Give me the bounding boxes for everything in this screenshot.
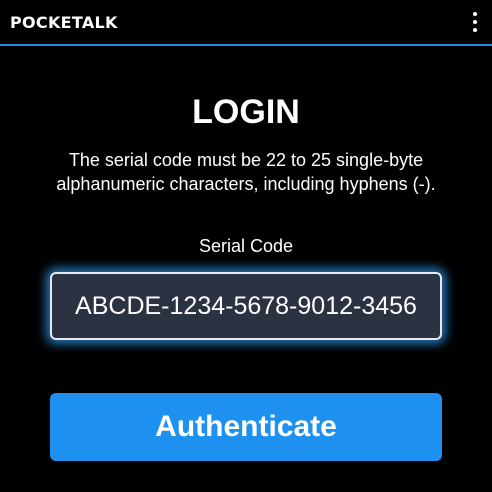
serial-code-label: Serial Code xyxy=(198,236,294,256)
menu-dot xyxy=(473,20,477,24)
more-vertical-icon[interactable] xyxy=(464,8,486,36)
serial-code-input[interactable] xyxy=(50,272,442,340)
login-screen: POCKETALK LOGIN The serial code must be … xyxy=(0,0,492,492)
menu-dot xyxy=(473,28,477,32)
authenticate-button[interactable]: Authenticate xyxy=(50,393,442,461)
app-header: POCKETALK xyxy=(0,0,492,46)
menu-dot xyxy=(473,12,477,16)
page-title: LOGIN xyxy=(192,93,300,131)
serial-instructions: The serial code must be 22 to 25 single-… xyxy=(56,150,436,194)
pocketalk-logo: POCKETALK xyxy=(10,13,118,32)
